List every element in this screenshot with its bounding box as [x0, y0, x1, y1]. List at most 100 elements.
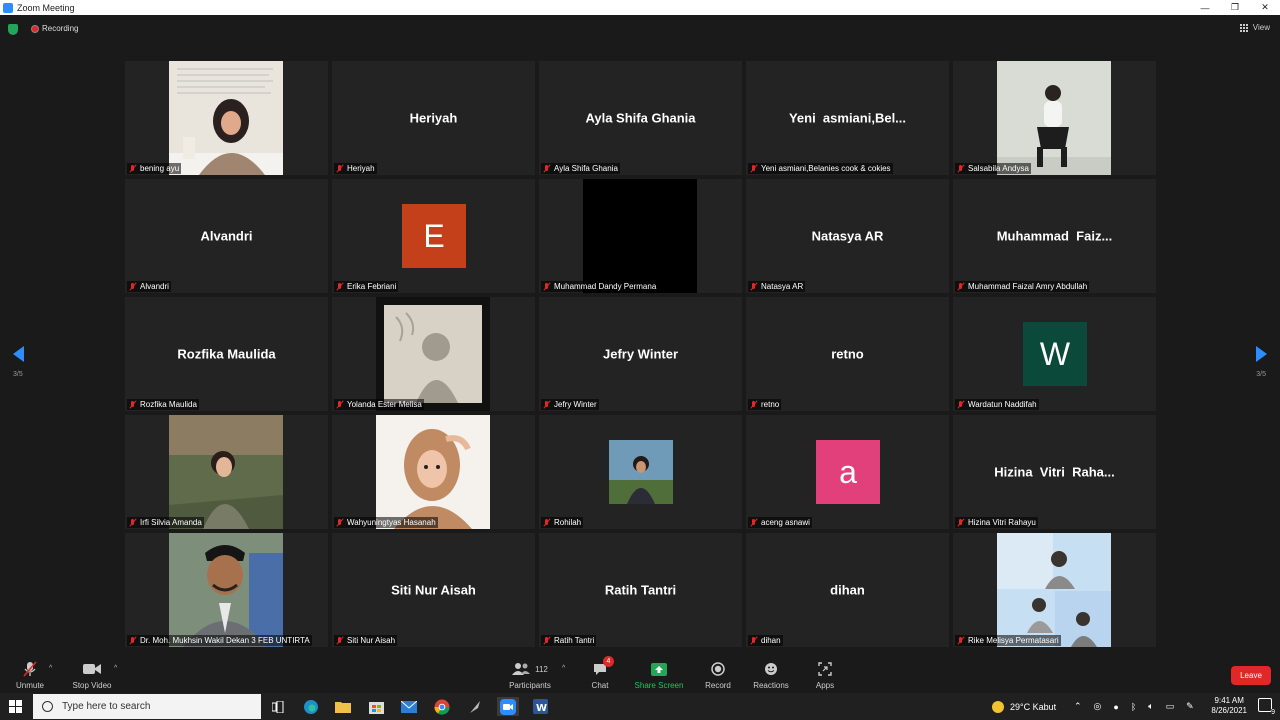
participant-tile[interactable]: retno retno	[746, 297, 949, 411]
participant-tile[interactable]: Irfi Silvia Amanda	[125, 415, 328, 529]
chat-button[interactable]: 4 Chat	[572, 656, 628, 690]
weather-widget[interactable]: 29°C Kabut	[992, 693, 1056, 720]
participant-name: Ratih Tantri	[554, 636, 595, 645]
network-icon[interactable]: ▭	[1166, 701, 1175, 712]
feather-app-icon[interactable]	[465, 697, 485, 716]
participant-tile[interactable]: Alvandri Alvandri	[125, 179, 328, 293]
apps-button[interactable]: Apps	[797, 660, 853, 690]
view-button[interactable]: View	[1239, 23, 1270, 32]
participant-tile[interactable]: Rohilah	[539, 415, 742, 529]
mic-muted-icon	[128, 400, 137, 409]
video-options-caret-icon[interactable]: ^	[114, 665, 117, 672]
taskbar-clock[interactable]: 9:41 AM 8/26/2021	[1211, 696, 1247, 716]
participant-name: bening ayu	[140, 164, 180, 173]
microphone-icon[interactable]: ●	[1113, 702, 1118, 712]
participant-tile[interactable]: a aceng asnawi	[746, 415, 949, 529]
participant-tile[interactable]: Siti Nur Aisah Siti Nur Aisah	[332, 533, 535, 647]
windows-start-icon[interactable]	[9, 700, 22, 713]
participant-tile[interactable]: Wahyuningtyas Hasanah	[332, 415, 535, 529]
shield-icon[interactable]	[8, 24, 18, 35]
participant-display-name: Jefry Winter	[602, 346, 679, 362]
participant-name: Rohilah	[554, 518, 582, 527]
zoom-taskbar-icon[interactable]	[497, 697, 519, 716]
task-view-icon[interactable]	[268, 697, 288, 716]
minimize-button[interactable]: —	[1190, 0, 1220, 15]
participant-tile[interactable]: Salsabila Andysa	[953, 61, 1156, 175]
participant-tile[interactable]: Muhammad Dandy Permana	[539, 179, 742, 293]
participant-tile[interactable]: Hizina Vitri Raha... Hizina Vitri Rahayu	[953, 415, 1156, 529]
word-icon[interactable]: W	[530, 697, 550, 716]
participant-tile[interactable]: Dr. Moh. Mukhsin Wakil Dekan 3 FEB UNTIR…	[125, 533, 328, 647]
participant-video	[997, 61, 1111, 175]
chrome-icon[interactable]	[432, 697, 452, 716]
notification-center-icon[interactable]: 9	[1258, 698, 1275, 716]
participant-tile[interactable]: Heriyah Heriyah	[332, 61, 535, 175]
bluetooth-icon[interactable]: ᛒ	[1131, 702, 1136, 712]
participant-tile[interactable]: Ayla Shifa Ghania Ayla Shifa Ghania	[539, 61, 742, 175]
chat-badge: 4	[603, 656, 614, 667]
participant-tile[interactable]: Rike Melisya Permatasari	[953, 533, 1156, 647]
participant-avatar: E	[402, 204, 466, 268]
mic-muted-icon	[335, 400, 344, 409]
meet-now-icon[interactable]: ◎	[1094, 701, 1102, 712]
reactions-button[interactable]: Reactions	[743, 660, 799, 690]
participant-name: Muhammad Faizal Amry Abdullah	[968, 282, 1088, 291]
mic-muted-icon	[749, 282, 758, 291]
participant-name: Irfi Silvia Amanda	[140, 518, 202, 527]
participants-count: 112	[535, 664, 548, 674]
volume-icon[interactable]: 🔈︎	[1148, 701, 1153, 712]
participant-tile[interactable]: Natasya AR Natasya AR	[746, 179, 949, 293]
restore-button[interactable]: ❐	[1220, 0, 1250, 15]
next-page-icon[interactable]	[1256, 346, 1267, 362]
participant-name-label: Salsabila Andysa	[955, 163, 1031, 174]
share-screen-button[interactable]: Share Screen	[631, 660, 687, 690]
participant-tile[interactable]: Rozfika Maulida Rozfika Maulida	[125, 297, 328, 411]
record-button[interactable]: Record	[690, 660, 746, 690]
meeting-topbar: Recording View	[0, 15, 1280, 43]
mic-muted-icon	[956, 164, 965, 173]
mic-muted-icon	[335, 518, 344, 527]
share-screen-label: Share Screen	[634, 681, 684, 690]
mic-muted-icon	[128, 636, 137, 645]
edge-browser-icon[interactable]	[301, 697, 321, 716]
stop-video-button[interactable]: Stop Video	[64, 660, 120, 690]
participant-tile[interactable]: Yolanda Ester Melisa	[332, 297, 535, 411]
participant-display-name: Rozfika Maulida	[177, 346, 276, 362]
participant-tile[interactable]: W Wardatun Naddifah	[953, 297, 1156, 411]
participant-name: Siti Nur Aisah	[347, 636, 396, 645]
microsoft-store-icon[interactable]	[366, 697, 386, 716]
participants-label: Participants	[509, 681, 551, 690]
participant-tile[interactable]: Muhammad Faiz... Muhammad Faizal Amry Abd…	[953, 179, 1156, 293]
participant-tile[interactable]: E Erika Febriani	[332, 179, 535, 293]
close-button[interactable]: ✕	[1250, 0, 1280, 15]
participant-name: Yolanda Ester Melisa	[347, 400, 422, 409]
participant-tile[interactable]: Ratih Tantri Ratih Tantri	[539, 533, 742, 647]
participant-video	[376, 297, 490, 411]
mic-muted-icon	[128, 164, 137, 173]
participant-name-label: Irfi Silvia Amanda	[127, 517, 204, 528]
file-explorer-icon[interactable]	[333, 697, 353, 716]
mail-icon[interactable]	[399, 697, 419, 716]
taskbar-search-box[interactable]: Type here to search	[33, 694, 261, 719]
pen-icon[interactable]: ✎	[1186, 701, 1194, 712]
participant-name: aceng asnawi	[761, 518, 810, 527]
participant-tile[interactable]: Yeni asmiani,Bel... Yeni asmiani,Belanies…	[746, 61, 949, 175]
video-camera-icon	[83, 664, 101, 674]
participant-name-label: Yeni asmiani,Belanies cook & cokies	[748, 163, 893, 174]
grid-view-icon	[1239, 23, 1249, 32]
page-indicator-left: 3/5	[13, 371, 23, 378]
leave-button[interactable]: Leave	[1231, 666, 1271, 685]
participant-display-name: Ratih Tantri	[604, 582, 677, 598]
participant-tile[interactable]: dihan dihan	[746, 533, 949, 647]
audio-options-caret-icon[interactable]: ^	[49, 665, 52, 672]
participant-name-label: Dr. Moh. Mukhsin Wakil Dekan 3 FEB UNTIR…	[127, 635, 312, 646]
mic-muted-icon	[335, 282, 344, 291]
weather-text: 29°C Kabut	[1010, 701, 1057, 712]
participant-tile[interactable]: bening ayu	[125, 61, 328, 175]
previous-page-icon[interactable]	[13, 346, 24, 362]
participant-name-label: Alvandri	[127, 281, 171, 292]
chevron-up-icon[interactable]: ⌃	[1074, 701, 1082, 712]
participants-button[interactable]: 112 Participants	[502, 660, 558, 690]
participants-caret-icon[interactable]: ^	[562, 665, 565, 672]
participant-tile[interactable]: Jefry Winter Jefry Winter	[539, 297, 742, 411]
